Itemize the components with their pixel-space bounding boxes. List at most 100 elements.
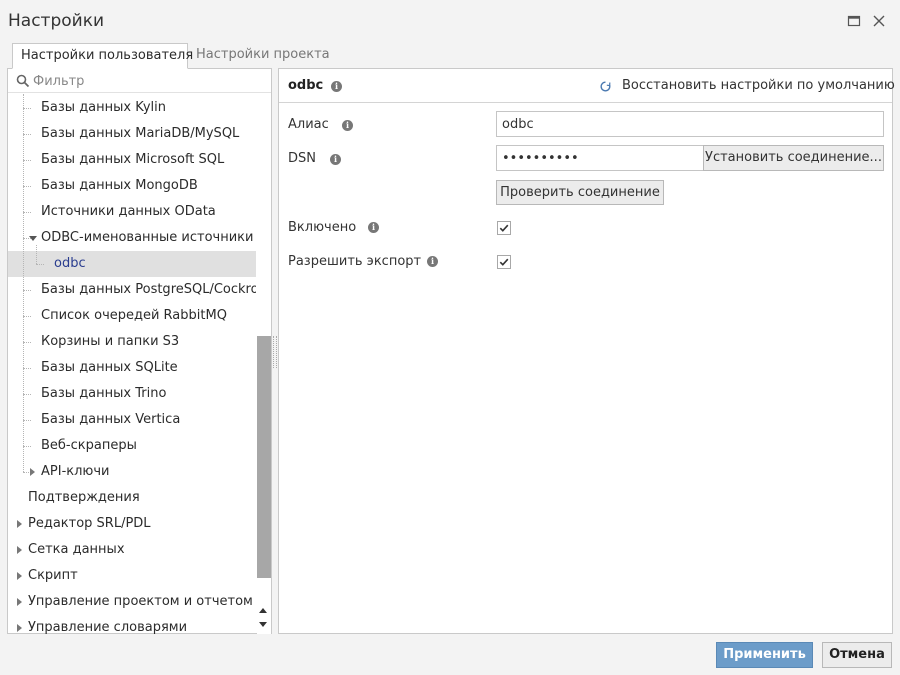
tree-guide: [23, 94, 24, 472]
tree-item[interactable]: Базы данных SQLite: [8, 355, 256, 381]
tree-item-label: Веб-скраперы: [41, 438, 137, 453]
tree-scrollbar[interactable]: [257, 94, 271, 634]
caret-right-icon[interactable]: [30, 468, 35, 476]
dialog-title: Настройки: [8, 11, 105, 31]
tab-user-settings[interactable]: Настройки пользователя: [12, 43, 193, 69]
tree-guide: [23, 134, 31, 135]
tree-item-label: Базы данных Microsoft SQL: [41, 152, 225, 167]
tree-item-label: Редактор SRL/PDL: [28, 516, 151, 531]
tree-guide: [36, 245, 37, 264]
tree-guide: [23, 342, 31, 343]
info-icon[interactable]: i: [368, 222, 379, 233]
filter-input[interactable]: [33, 71, 263, 91]
info-icon[interactable]: i: [331, 81, 342, 92]
tree-guide: [23, 290, 31, 291]
tree-guide: [23, 186, 31, 187]
enabled-checkbox[interactable]: [497, 221, 511, 235]
dsn-input[interactable]: [496, 145, 704, 171]
enabled-label: Включено: [288, 220, 357, 235]
maximize-icon[interactable]: [845, 12, 863, 30]
scroll-up-icon[interactable]: [259, 608, 267, 613]
tree-guide: [23, 108, 31, 109]
tree-item-label: Управление проектом и отчетом: [28, 594, 253, 609]
tree-item-label: Список очередей RabbitMQ: [41, 308, 227, 323]
tree-item[interactable]: Базы данных MongoDB: [8, 173, 256, 199]
scrollbar-thumb[interactable]: [257, 336, 271, 578]
alias-label: Алиас: [288, 117, 329, 132]
panel-splitter[interactable]: [273, 336, 277, 368]
tree-item[interactable]: Список очередей RabbitMQ: [8, 303, 256, 329]
tree-item[interactable]: ODBC-именованные источники: [8, 225, 256, 251]
caret-right-icon[interactable]: [17, 546, 22, 554]
tree-item[interactable]: Базы данных Vertica: [8, 407, 256, 433]
restore-defaults-label: Восстановить настройки по умолчанию: [622, 78, 895, 93]
tree-item[interactable]: Управление проектом и отчетом: [8, 589, 256, 615]
settings-tree-panel: Базы данных Kylin Базы данных MariaDB/MyS…: [7, 68, 272, 634]
page-title: odbc: [288, 78, 324, 93]
tree-item[interactable]: Корзины и папки S3: [8, 329, 256, 355]
reset-icon: [600, 81, 611, 92]
tree-item[interactable]: Веб-скраперы: [8, 433, 256, 459]
dsn-label: DSN: [288, 151, 316, 166]
tree-guide: [23, 420, 31, 421]
tree-item-label: Источники данных OData: [41, 204, 216, 219]
detail-header: odbc i Восстановить настройки по умолчан…: [279, 69, 895, 103]
tree-item[interactable]: Управление словарями: [8, 615, 256, 634]
apply-button[interactable]: Применить: [716, 642, 813, 668]
caret-right-icon[interactable]: [17, 598, 22, 606]
tree-guide: [23, 160, 31, 161]
caret-right-icon[interactable]: [17, 624, 22, 632]
info-icon[interactable]: i: [342, 120, 353, 131]
filter-bar: [8, 69, 271, 93]
tree-item-label: Корзины и папки S3: [41, 334, 180, 349]
tree-item-label: Базы данных SQLite: [41, 360, 178, 375]
tree-item-label: ODBC-именованные источники: [41, 230, 254, 245]
tree-guide: [23, 368, 31, 369]
tree-item[interactable]: Подтверждения: [8, 485, 256, 511]
tree-item-label: Базы данных Trino: [41, 386, 167, 401]
scroll-down-icon[interactable]: [259, 622, 267, 627]
tree-item[interactable]: Базы данных Microsoft SQL: [8, 147, 256, 173]
tree-guide: [23, 212, 31, 213]
tree-guide: [23, 316, 31, 317]
cancel-button[interactable]: Отмена: [822, 642, 892, 668]
tree-guide: [23, 446, 31, 447]
allow-export-checkbox[interactable]: [497, 255, 511, 269]
close-icon[interactable]: [870, 12, 888, 30]
tree-item-label: API-ключи: [41, 464, 110, 479]
title-bar: Настройки: [0, 0, 900, 42]
caret-right-icon[interactable]: [17, 572, 22, 580]
tree-item[interactable]: Сетка данных: [8, 537, 256, 563]
tree-item[interactable]: Базы данных MariaDB/MySQL: [8, 121, 256, 147]
tree-item[interactable]: Базы данных Trino: [8, 381, 256, 407]
tree-item-label: Базы данных MariaDB/MySQL: [41, 126, 240, 141]
tree-item[interactable]: odbc: [8, 251, 256, 277]
tree-item-label: Базы данных MongoDB: [41, 178, 198, 193]
tree-item-label: Скрипт: [28, 568, 78, 583]
tab-project-settings[interactable]: Настройки проекта: [188, 43, 338, 69]
tree-item[interactable]: Скрипт: [8, 563, 256, 589]
settings-tree: Базы данных Kylin Базы данных MariaDB/MyS…: [8, 94, 256, 634]
info-icon[interactable]: i: [330, 154, 341, 165]
alias-input[interactable]: [496, 111, 884, 137]
search-icon: [16, 74, 30, 88]
tree-item-label: Базы данных Vertica: [41, 412, 181, 427]
connect-button[interactable]: Установить соединение...: [703, 145, 884, 171]
info-icon[interactable]: i: [427, 256, 438, 267]
tree-item[interactable]: Источники данных OData: [8, 199, 256, 225]
tree-item-label: Базы данных Kylin: [41, 100, 166, 115]
test-connection-button[interactable]: Проверить соединение: [496, 180, 664, 205]
caret-down-icon[interactable]: [29, 236, 37, 241]
tree-item[interactable]: Базы данных PostgreSQL/CockroachDB: [8, 277, 256, 303]
caret-right-icon[interactable]: [17, 520, 22, 528]
tree-guide: [36, 264, 44, 265]
tree-item[interactable]: Редактор SRL/PDL: [8, 511, 256, 537]
tree-item[interactable]: Базы данных Kylin: [8, 95, 256, 121]
tree-item-label: Сетка данных: [28, 542, 125, 557]
tree-item-label: odbc: [54, 256, 86, 271]
tree-item-label: Управление словарями: [28, 620, 188, 634]
settings-dialog: Настройки Настройки пользователя Настрой…: [0, 0, 900, 675]
tree-item[interactable]: API-ключи: [8, 459, 256, 485]
tree-guide: [23, 394, 31, 395]
tree-item-label: Подтверждения: [28, 490, 140, 505]
